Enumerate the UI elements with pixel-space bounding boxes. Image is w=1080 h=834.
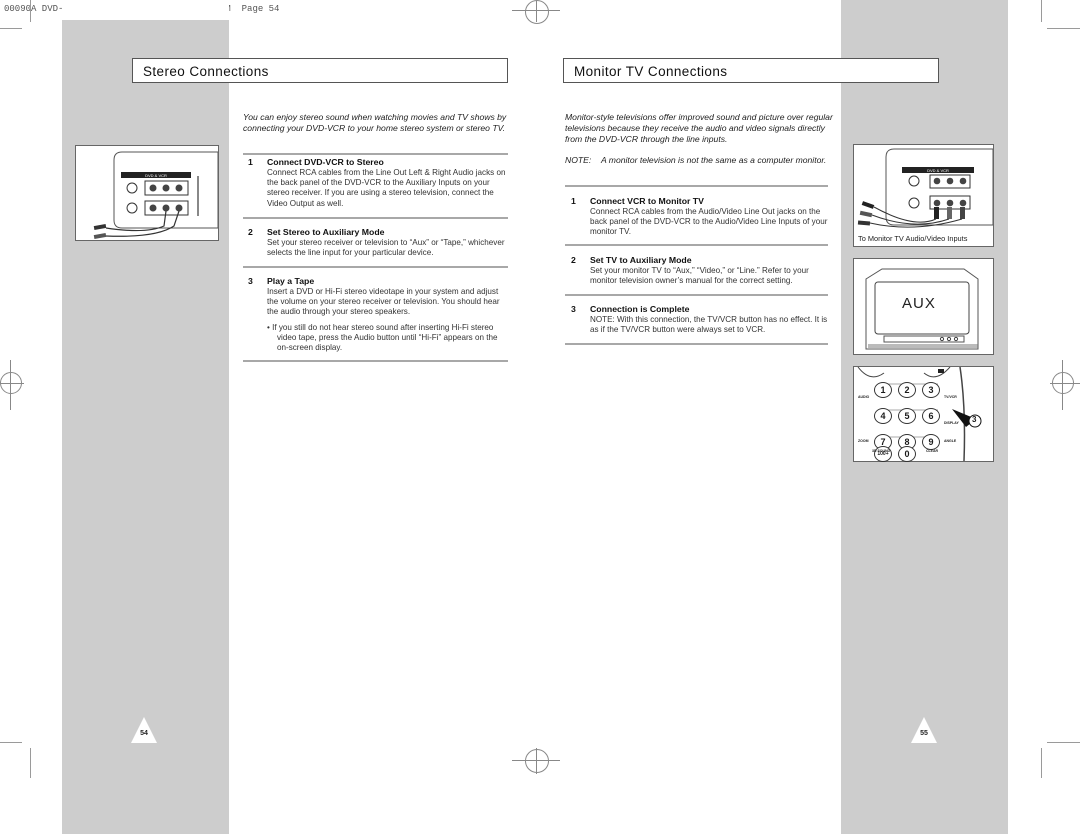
slug-mask [62, 0, 229, 20]
registration-mark-top [512, 0, 562, 24]
remote-label: ANGLE [944, 439, 957, 443]
panel-label: DVD & VCR [145, 173, 167, 178]
remote-key: 0 [898, 446, 916, 462]
step-body: Connect RCA cables from the Audio/Video … [590, 207, 828, 237]
divider [243, 360, 508, 362]
remote-key: 2 [898, 382, 916, 398]
registration-mark-bottom [512, 748, 562, 774]
right-note: NOTE: A monitor television is not the sa… [565, 155, 837, 166]
right-page-title: Monitor TV Connections [563, 58, 939, 83]
step-heading: Connect DVD-VCR to Stereo [267, 157, 384, 167]
registration-mark-left [0, 360, 24, 410]
step-number: 1 [571, 196, 576, 206]
remote-callout: 3 [972, 415, 977, 424]
crop-mark [1041, 748, 1042, 778]
page-number: 55 [920, 730, 928, 737]
tv-aux-figure: AUX [853, 258, 994, 355]
left-step-3: 3 Play a Tape Insert a DVD or Hi-Fi ster… [248, 276, 510, 353]
note-label: NOTE: [565, 155, 592, 165]
divider [565, 294, 828, 296]
remote-label: CLEAR [926, 449, 939, 453]
remote-key: 5 [898, 408, 916, 424]
registration-mark-right [1050, 360, 1080, 410]
remote-label: ZOOM [858, 439, 869, 443]
left-gray-margin [62, 0, 229, 834]
tv-screen-text: AUX [902, 295, 936, 312]
divider [243, 217, 508, 219]
right-step-2: 2 Set TV to Auxiliary Mode Set your moni… [571, 255, 829, 286]
crop-mark [1047, 28, 1080, 29]
step-body: Set your stereo receiver or television t… [267, 238, 505, 258]
step-body: Set your monitor TV to “Aux,” “Video,” o… [590, 266, 809, 286]
dvd-vcr-back-panel-figure: DVD & VCR [75, 145, 219, 241]
remote-control-figure: 3 1 2 3 4 5 6 7 8 9 100+ 0 AUDIO TV/VCR DISPLAY ZOOM AN… [853, 366, 994, 462]
remote-label: AUDIO [858, 395, 870, 399]
connection-illustration: DVD & VCR [857, 148, 994, 228]
divider [565, 185, 828, 187]
step-heading: Set TV to Auxiliary Mode [590, 255, 692, 265]
step-heading: Play a Tape [267, 276, 315, 286]
step-heading: Connect VCR to Monitor TV [590, 196, 704, 206]
remote-label: TV/VCR [944, 395, 957, 399]
step-heading: Connection is Complete [590, 304, 690, 314]
remote-key: 9 [922, 434, 940, 450]
left-intro-text: You can enjoy stereo sound when watching… [243, 112, 507, 134]
crop-mark [30, 0, 31, 22]
divider [565, 244, 828, 246]
bullet-text: If you still do not hear stereo sound af… [272, 322, 498, 353]
crop-mark [30, 748, 31, 778]
crop-mark [0, 742, 22, 743]
remote-key: 4 [874, 408, 892, 424]
remote-label: 3D SOUND [872, 449, 891, 453]
right-step-1: 1 Connect VCR to Monitor TV Connect RCA … [571, 196, 829, 238]
right-intro-text: Monitor-style televisions offer improved… [565, 112, 833, 145]
crop-mark [0, 28, 22, 29]
divider [565, 343, 828, 345]
crop-mark [1041, 0, 1042, 22]
left-step-1: 1 Connect DVD-VCR to Stereo Connect RCA … [248, 157, 510, 209]
step-body: Connect RCA cables from the Line Out Lef… [267, 168, 506, 208]
panel-label: DVD & VCR [927, 168, 949, 173]
divider [243, 266, 508, 268]
step-bullet: • If you still do not hear stereo sound … [267, 322, 498, 353]
note-text: A monitor television is not the same as … [601, 155, 827, 165]
remote-key: 3 [922, 382, 940, 398]
left-page-title: Stereo Connections [132, 58, 508, 83]
crop-mark [1047, 742, 1080, 743]
figure-caption: To Monitor TV Audio/Video Inputs [858, 234, 968, 243]
page-number: 54 [140, 730, 148, 737]
step-body: NOTE: With this connection, the TV/VCR b… [590, 315, 828, 335]
step-number: 2 [571, 255, 576, 265]
monitor-connection-figure: DVD & VCR To Monitor TV Audio/Video Inpu… [853, 144, 994, 247]
step-number: 3 [571, 304, 576, 314]
remote-label: DISPLAY [944, 421, 959, 425]
step-number: 2 [248, 227, 253, 237]
divider [243, 153, 508, 155]
remote-key: 6 [922, 408, 940, 424]
step-number: 3 [248, 276, 253, 286]
left-step-2: 2 Set Stereo to Auxiliary Mode Set your … [248, 227, 510, 258]
step-heading: Set Stereo to Auxiliary Mode [267, 227, 385, 237]
back-panel-illustration: DVD & VCR [93, 151, 219, 240]
step-body: Insert a DVD or Hi-Fi stereo videotape i… [267, 287, 500, 317]
right-step-3: 3 Connection is Complete NOTE: With this… [571, 304, 829, 335]
step-number: 1 [248, 157, 253, 167]
remote-key: 1 [874, 382, 892, 398]
